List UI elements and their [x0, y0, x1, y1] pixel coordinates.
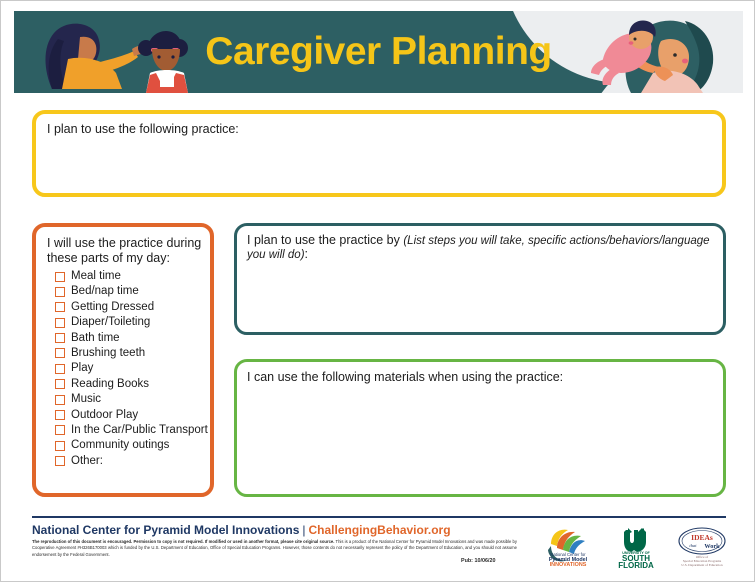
checkbox-icon[interactable] — [55, 425, 65, 436]
checkbox-icon[interactable] — [55, 317, 65, 328]
ideas-logo-line2a: that — [689, 543, 697, 548]
footer-fine-print-bold: The reproduction of this document is enc… — [32, 539, 335, 544]
checkbox-icon[interactable] — [55, 333, 65, 344]
caregiver-holding-baby-illustration — [591, 20, 714, 93]
checklist-item-label: Getting Dressed — [71, 300, 155, 313]
steps-field-label-suffix: : — [304, 247, 309, 261]
checklist-item-label: Outdoor Play — [71, 408, 139, 421]
footer-fine-print: The reproduction of this document is enc… — [32, 539, 517, 558]
ncpmi-logo-line3: INNOVATIONS — [550, 562, 587, 568]
checklist-item-label: In the Car/Public Transport — [71, 423, 208, 436]
steps-field-label-main: I plan to use the practice by — [247, 233, 404, 247]
footer-divider — [32, 516, 726, 518]
checklist-item-label: Play — [71, 362, 94, 375]
checklist-item-label: Meal time — [71, 270, 121, 282]
steps-field-label: I plan to use the practice by (List step… — [247, 233, 723, 261]
materials-field-label: I can use the following materials when u… — [247, 370, 564, 384]
checklist-item[interactable]: Diaper/Toileting — [55, 316, 204, 329]
checklist-item-label: Diaper/Toileting — [71, 316, 151, 329]
checklist-item[interactable]: Other: — [55, 455, 204, 468]
practice-field-label: I plan to use the following practice: — [47, 122, 239, 136]
checkbox-icon[interactable] — [55, 410, 65, 421]
checkbox-icon[interactable] — [55, 394, 65, 405]
routines-checklist-heading: I will use the practice during these par… — [47, 236, 202, 265]
checklist-item[interactable]: Meal time — [55, 270, 204, 283]
ncpmi-logo: National Center for Pyramid Model INNOVA… — [548, 529, 588, 568]
caregiver-planning-worksheet: Caregiver Planning I plan to use the fol… — [0, 0, 755, 582]
checkbox-icon[interactable] — [55, 302, 65, 313]
checklist-item[interactable]: In the Car/Public Transport — [55, 424, 208, 437]
checklist-item-label: Bed/nap time — [71, 285, 139, 298]
footer-organization: National Center for Pyramid Model Innova… — [32, 523, 451, 537]
checklist-item-label: Brushing teeth — [71, 346, 146, 359]
header-banner: Caregiver Planning — [14, 11, 743, 93]
checklist-item[interactable]: Bath time — [55, 332, 204, 345]
checklist-item[interactable]: Community outings — [55, 439, 204, 452]
routines-checklist: Meal time Bed/nap time Getting Dressed Diap… — [45, 270, 208, 468]
checklist-item[interactable]: Outdoor Play — [55, 409, 204, 422]
usf-logo-line3: FLORIDA — [618, 561, 654, 568]
ideas-that-work-logo: IDEAs that Work Office of Special Educat… — [678, 527, 726, 567]
checklist-item[interactable]: Music — [55, 393, 204, 406]
ideas-logo-line2b: Work — [704, 543, 720, 550]
checkbox-icon[interactable] — [55, 363, 65, 374]
checklist-item-label: Reading Books — [71, 377, 149, 390]
checklist-item-label: Bath time — [71, 331, 120, 344]
checklist-item[interactable]: Play — [55, 362, 204, 375]
ideas-logo-line1: IDEAs — [691, 533, 713, 542]
checklist-item[interactable]: Getting Dressed — [55, 301, 204, 314]
checklist-item-label: Music — [71, 393, 102, 406]
routines-checklist-box: I will use the practice during these par… — [32, 223, 214, 497]
footer-org-name: National Center for Pyramid Model Innova… — [32, 523, 300, 537]
checklist-item-label: Other: — [71, 454, 103, 467]
checkbox-icon[interactable] — [55, 379, 65, 390]
practice-field-box[interactable]: I plan to use the following practice: — [32, 110, 726, 197]
checklist-item-label: Community outings — [71, 439, 170, 452]
footer-website-link[interactable]: ChallengingBehavior.org — [309, 523, 451, 537]
checklist-item[interactable]: Brushing teeth — [55, 347, 204, 360]
steps-field-box[interactable]: I plan to use the practice by (List step… — [234, 223, 726, 335]
checklist-item[interactable]: Bed/nap time — [55, 285, 204, 298]
checkbox-icon[interactable] — [55, 286, 65, 297]
checkbox-icon[interactable] — [55, 348, 65, 359]
checkbox-icon[interactable] — [55, 271, 65, 282]
footer-publication-date: Pub: 10/06/20 — [461, 558, 496, 564]
checkbox-icon[interactable] — [55, 440, 65, 451]
materials-field-box[interactable]: I can use the following materials when u… — [234, 359, 726, 497]
ideas-logo-line5: U.S. Department of Education — [681, 563, 722, 567]
checklist-item[interactable]: Reading Books — [55, 378, 204, 391]
footer-separator: | — [302, 523, 306, 537]
checkbox-icon[interactable] — [55, 456, 65, 467]
usf-logo: UNIVERSITY OF SOUTH FLORIDA — [618, 528, 654, 568]
